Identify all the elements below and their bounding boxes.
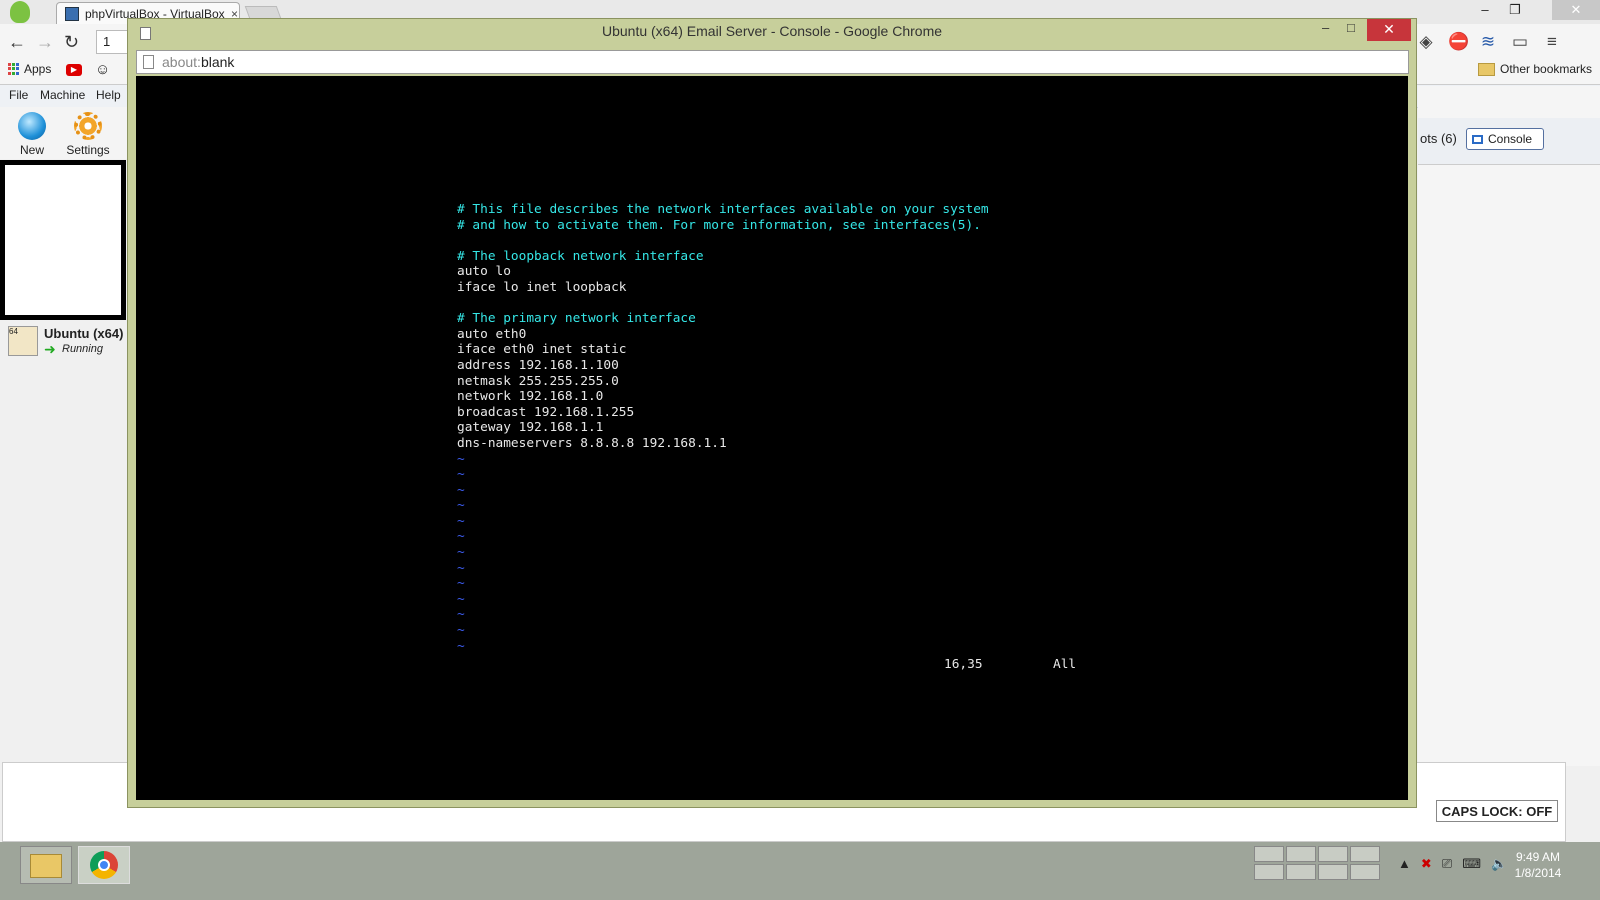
file-explorer-icon bbox=[30, 854, 62, 878]
address-page: blank bbox=[200, 54, 235, 70]
outer-close-button[interactable]: ✕ bbox=[1552, 0, 1600, 20]
terminal-line: ~ bbox=[457, 498, 465, 514]
terminal-line: dns-nameservers 8.8.8.8 192.168.1.1 bbox=[457, 435, 727, 451]
vm-preview bbox=[5, 165, 121, 315]
terminal-line: ~ bbox=[457, 467, 465, 483]
taskbar-thumbnails[interactable] bbox=[1254, 846, 1386, 882]
terminal-line: iface lo inet loopback bbox=[457, 279, 627, 295]
youtube-icon[interactable]: ▶ bbox=[66, 64, 82, 76]
running-arrow-icon: ➜ bbox=[44, 341, 56, 357]
terminal-line: auto lo bbox=[457, 264, 511, 280]
back-icon[interactable]: ← bbox=[8, 32, 26, 53]
terminal-line: address 192.168.1.100 bbox=[457, 357, 619, 373]
terminal-line: ~ bbox=[457, 638, 465, 654]
caps-lock-indicator: CAPS LOCK: OFF bbox=[1436, 800, 1558, 822]
gear-icon bbox=[74, 112, 102, 140]
settings-button[interactable]: Settings bbox=[63, 112, 113, 157]
forward-icon[interactable]: → bbox=[36, 32, 54, 53]
terminal-line: ~ bbox=[457, 623, 465, 639]
ubuntu-os-icon: 64 bbox=[8, 326, 38, 356]
outer-minimize-button[interactable]: – bbox=[1468, 0, 1502, 20]
volume-icon[interactable]: 🔈 bbox=[1491, 856, 1507, 872]
keyboard-icon[interactable]: ⌨ bbox=[1462, 856, 1481, 872]
menu-file[interactable]: File bbox=[9, 88, 28, 102]
terminal-line: netmask 255.255.255.0 bbox=[457, 373, 619, 389]
terminal-line: ~ bbox=[457, 545, 465, 561]
popup-address-bar[interactable]: about:blank bbox=[136, 50, 1409, 74]
apps-grid-icon bbox=[8, 63, 20, 75]
new-icon bbox=[18, 112, 46, 140]
system-tray: ▲ ✖ ⎚ ⌨ 🔈 bbox=[1398, 856, 1507, 872]
apps-label: Apps bbox=[24, 62, 52, 76]
tab-snapshots[interactable]: ots (6) bbox=[1420, 131, 1457, 146]
address-scheme: about: bbox=[162, 54, 201, 70]
monitor-icon bbox=[1472, 134, 1483, 144]
terminal-line: broadcast 192.168.1.255 bbox=[457, 404, 635, 420]
terminal-line: ~ bbox=[457, 607, 465, 623]
menu-icon[interactable]: ≡ bbox=[1542, 32, 1562, 52]
view-indicator: All bbox=[1053, 657, 1077, 672]
action-center-icon[interactable]: ✖ bbox=[1421, 856, 1432, 872]
terminal-line: auto eth0 bbox=[457, 326, 527, 342]
menu-help[interactable]: Help bbox=[96, 88, 121, 102]
terminal-line: # and how to activate them. For more inf… bbox=[457, 217, 981, 233]
vm-status: Running bbox=[62, 343, 103, 355]
terminal-line: ~ bbox=[457, 529, 465, 545]
cast-icon[interactable]: ▭ bbox=[1510, 32, 1530, 52]
terminal-line: # The loopback network interface bbox=[457, 248, 704, 264]
vbox-favicon-icon bbox=[65, 6, 79, 21]
terminal-line: ~ bbox=[457, 482, 465, 498]
taskbar-explorer-button[interactable] bbox=[20, 846, 72, 884]
terminal-line: # The primary network interface bbox=[457, 311, 696, 327]
reload-icon[interactable]: ↻ bbox=[64, 32, 79, 53]
wifi-icon[interactable]: ≋ bbox=[1478, 32, 1498, 52]
tab-console[interactable]: Console bbox=[1466, 128, 1544, 150]
terminal-line: ~ bbox=[457, 451, 465, 467]
popup-maximize-button[interactable]: □ bbox=[1347, 20, 1355, 35]
terminal-line: ~ bbox=[457, 591, 465, 607]
vm-name: Ubuntu (x64) bbox=[44, 326, 124, 341]
new-label: New bbox=[19, 143, 44, 157]
terminal-line: network 192.168.1.0 bbox=[457, 389, 604, 405]
popup-title: Ubuntu (x64) Email Server - Console - Go… bbox=[601, 23, 943, 39]
apps-bookmark[interactable]: Apps bbox=[8, 62, 51, 76]
reddit-icon[interactable]: ☺ bbox=[95, 61, 110, 78]
cursor-position: 16,35 bbox=[944, 657, 983, 672]
new-vm-button[interactable]: New bbox=[7, 112, 57, 157]
settings-label: Settings bbox=[66, 143, 110, 157]
stop-icon[interactable]: ⛔ bbox=[1448, 32, 1469, 52]
address-text: about:blank bbox=[162, 54, 234, 70]
popup-close-button[interactable]: ✕ bbox=[1367, 19, 1411, 41]
other-bookmarks-label: Other bookmarks bbox=[1500, 62, 1593, 76]
vm-details-pane bbox=[1418, 86, 1600, 766]
chrome-icon bbox=[90, 851, 118, 879]
menu-machine[interactable]: Machine bbox=[40, 88, 85, 102]
popup-minimize-button[interactable]: – bbox=[1322, 20, 1329, 35]
terminal-line: gateway 192.168.1.1 bbox=[457, 420, 604, 436]
terminal-line: ~ bbox=[457, 576, 465, 592]
outer-restore-button[interactable]: ❐ bbox=[1498, 0, 1532, 20]
clock-time[interactable]: 9:49 AM bbox=[1508, 850, 1568, 864]
terminal-line: iface eth0 inet static bbox=[457, 342, 627, 358]
other-bookmarks[interactable]: Other bookmarks bbox=[1478, 62, 1592, 76]
terminal-line: ~ bbox=[457, 560, 465, 576]
taskbar-chrome-button[interactable] bbox=[78, 846, 130, 884]
profile-avatar-icon[interactable] bbox=[10, 1, 30, 23]
page-icon bbox=[143, 55, 154, 69]
show-hidden-icons-icon[interactable]: ▲ bbox=[1398, 856, 1411, 872]
clock-date[interactable]: 1/8/2014 bbox=[1508, 866, 1568, 880]
console-tab-label: Console bbox=[1488, 132, 1533, 146]
terminal-line: ~ bbox=[457, 513, 465, 529]
diamond-icon[interactable]: ◈ bbox=[1416, 32, 1436, 52]
folder-icon bbox=[1478, 62, 1495, 76]
network-icon[interactable]: ⎚ bbox=[1442, 856, 1452, 872]
terminal-line: # This file describes the network interf… bbox=[457, 202, 989, 217]
terminal-text: # This file describes the network interf… bbox=[457, 202, 989, 654]
